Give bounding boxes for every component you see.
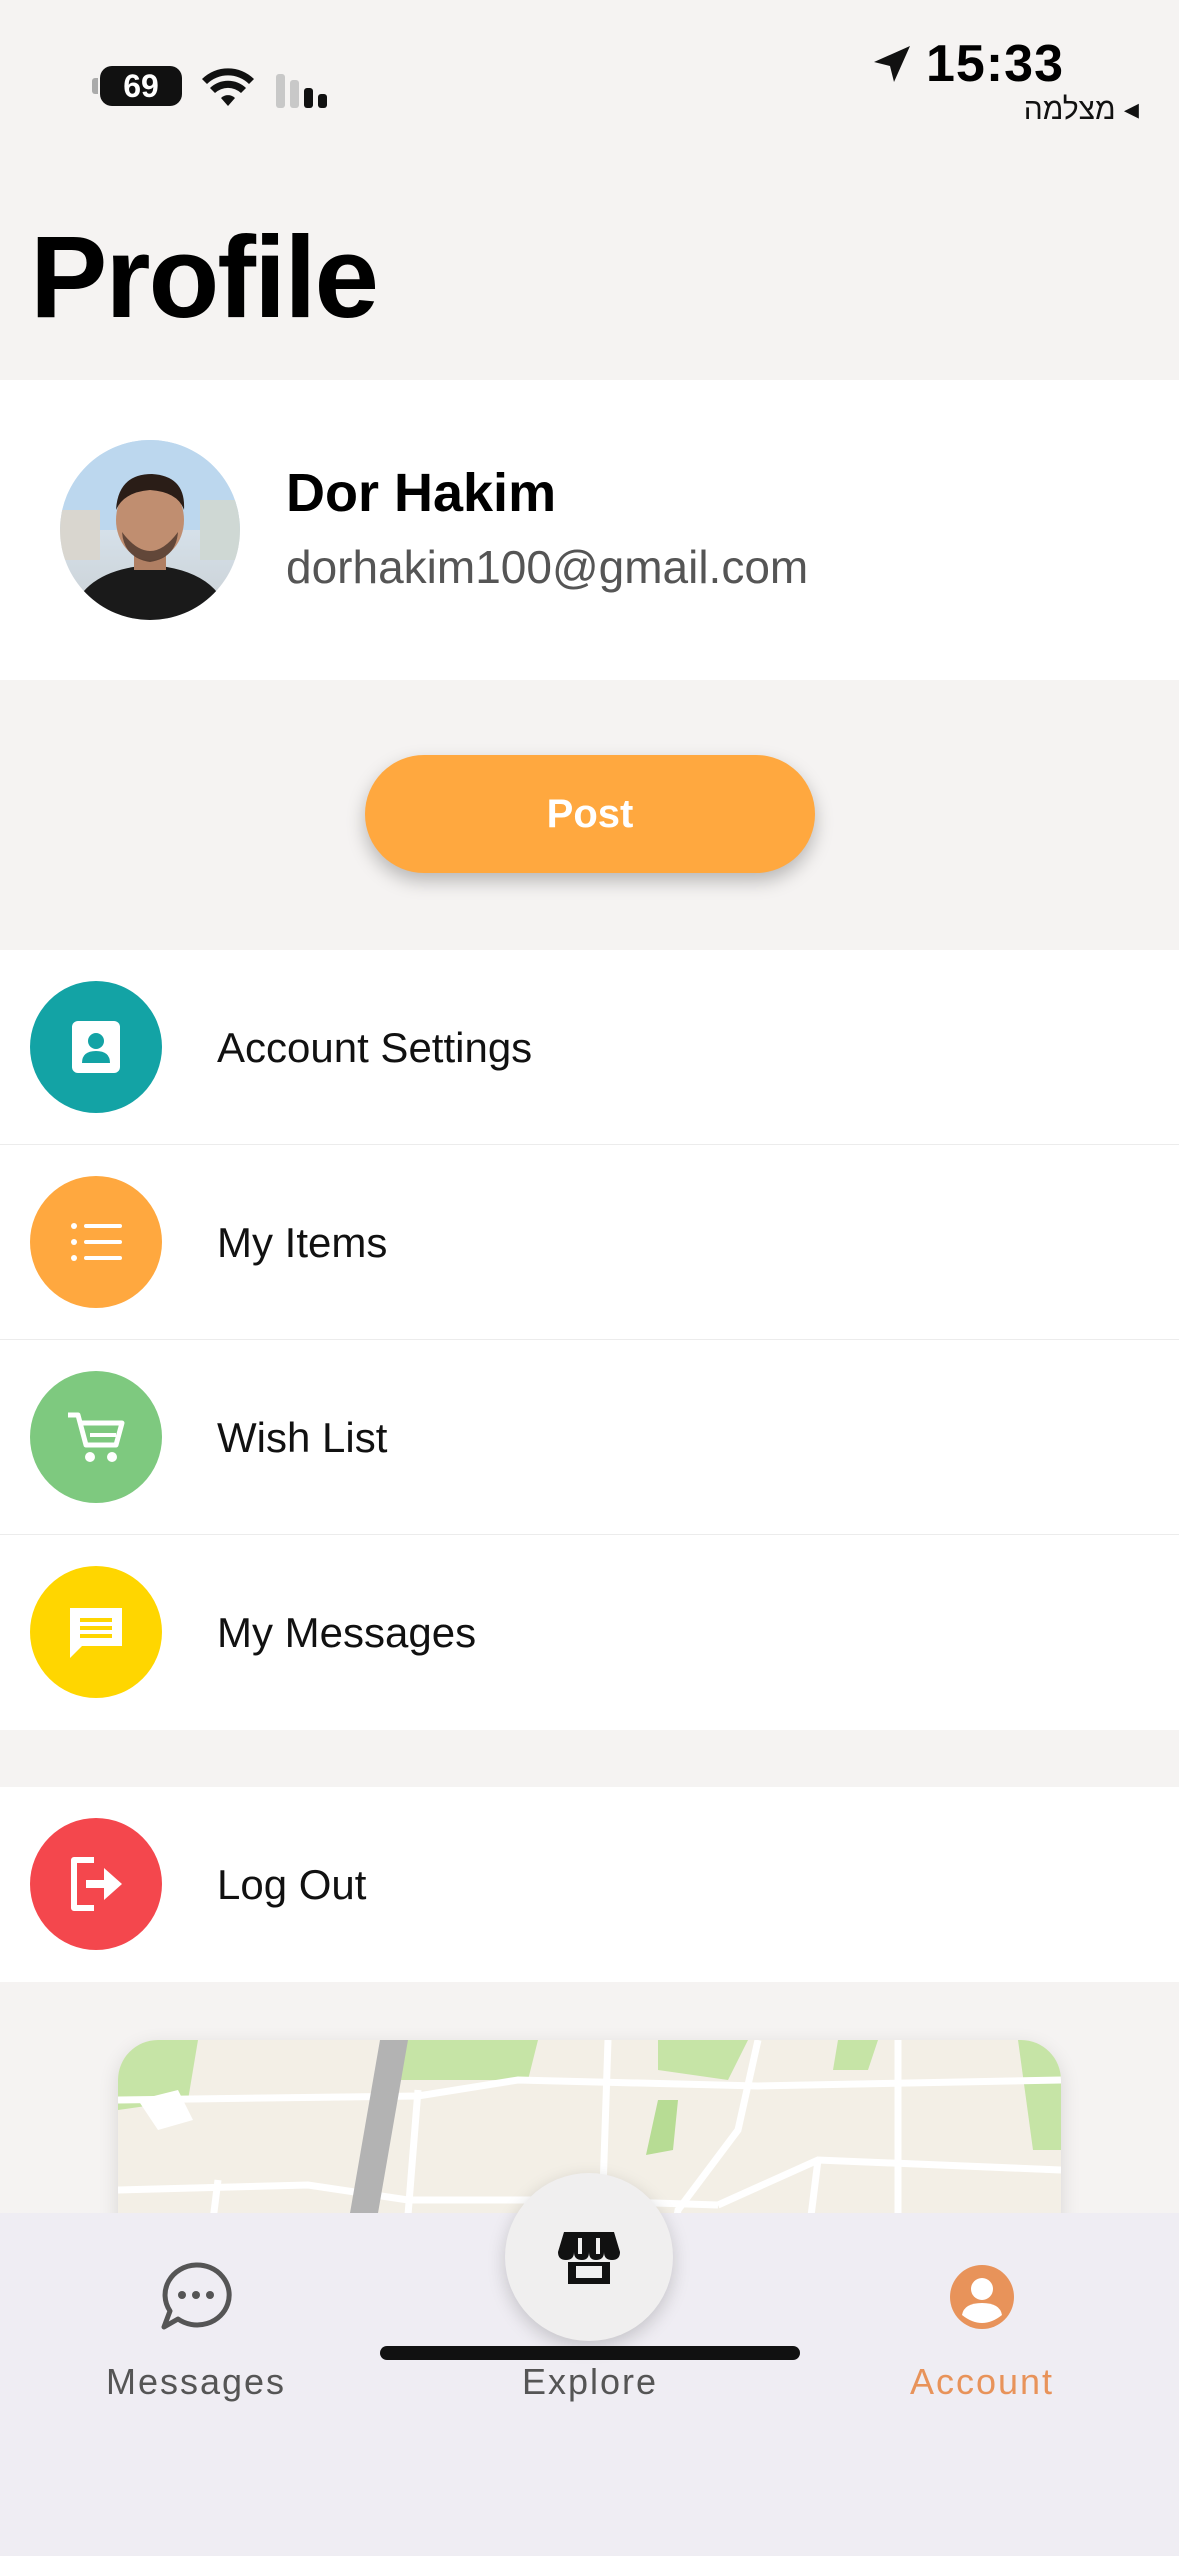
chat-bubble-icon [161, 2262, 232, 2330]
menu-item-label: Log Out [217, 1861, 367, 1908]
logout-icon [30, 1818, 162, 1950]
cart-icon [30, 1371, 162, 1503]
avatar[interactable] [60, 440, 240, 620]
back-to-app-label[interactable]: מצלמה ◂ [1024, 92, 1139, 127]
user-email: dorhakim100@gmail.com [286, 541, 809, 593]
list-icon [30, 1176, 162, 1308]
tab-label: Account [909, 2361, 1055, 2402]
tab-messages[interactable]: Messages [46, 2213, 346, 2413]
tab-label: Messages [105, 2361, 287, 2402]
wifi-icon [202, 68, 254, 106]
menu-item-log-out[interactable]: Log Out [0, 1787, 1179, 1982]
tab-bar: Messages Explore Account [0, 2173, 1179, 2556]
post-button[interactable]: Post [365, 755, 815, 873]
status-bar: 69 15:33 מצלמה ◂ [0, 0, 1179, 150]
menu-item-my-items[interactable]: My Items [0, 1145, 1179, 1340]
store-icon [558, 2232, 620, 2284]
logout-group: Log Out [0, 1787, 1179, 1982]
user-name: Dor Hakim [286, 463, 557, 523]
menu-item-wish-list[interactable]: Wish List [0, 1340, 1179, 1535]
avatar-photo [60, 440, 240, 620]
cellular-signal-icon [276, 74, 327, 108]
explore-button[interactable] [505, 2173, 673, 2341]
menu-item-account-settings[interactable]: Account Settings [0, 950, 1179, 1145]
account-icon [950, 2265, 1014, 2329]
home-indicator[interactable] [380, 2346, 800, 2360]
menu-item-label: My Messages [217, 1609, 477, 1656]
battery-indicator: 69 [92, 66, 182, 106]
menu-item-label: Wish List [217, 1414, 388, 1461]
tab-explore-label[interactable]: Explore [440, 2361, 740, 2403]
tab-account[interactable]: Account [832, 2213, 1132, 2413]
contact-card-icon [30, 981, 162, 1113]
profile-card[interactable]: Dor Hakim dorhakim100@gmail.com [0, 380, 1179, 680]
location-arrow-icon [874, 46, 910, 82]
page-title: Profile [30, 212, 379, 342]
clock: 15:33 [926, 35, 1064, 93]
menu-item-label: Account Settings [217, 1024, 533, 1071]
menu-list: Account Settings My Items Wish List My M… [0, 950, 1179, 1730]
menu-item-label: My Items [217, 1219, 388, 1266]
message-icon [30, 1566, 162, 1698]
menu-item-my-messages[interactable]: My Messages [0, 1535, 1179, 1730]
